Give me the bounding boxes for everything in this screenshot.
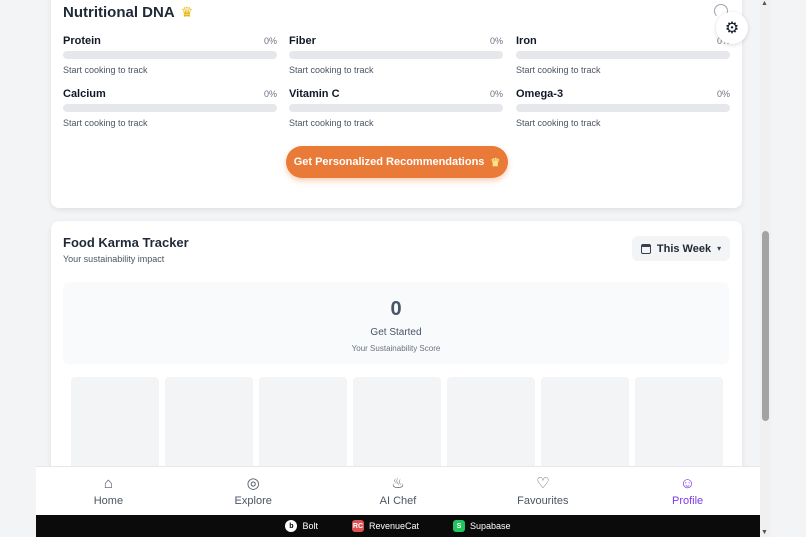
chef-hat-icon: ♨ (391, 474, 405, 492)
supabase-badge[interactable]: S Supabase (453, 520, 511, 532)
crown-icon: ♛ (490, 156, 501, 169)
day-bar (635, 377, 723, 469)
food-karma-title: Food Karma Tracker (63, 235, 189, 250)
supabase-logo: S (453, 520, 465, 532)
supabase-glyph: S (456, 522, 462, 530)
period-label: This Week (656, 242, 712, 255)
tab-favourites[interactable]: ♡ Favourites (470, 467, 615, 515)
score-label: Get Started (370, 327, 422, 338)
nutrient-progress-bar (63, 104, 277, 112)
nutrient-status: Start cooking to track (516, 118, 601, 128)
nutritional-dna-title: Nutritional DNA (63, 4, 175, 21)
nutrient-progress-bar (289, 104, 503, 112)
bottom-tab-bar: ⌂ Home ◎ Explore ♨ AI Chef ♡ Favourites … (36, 466, 760, 515)
bolt-logo: b (285, 520, 298, 532)
user-icon: ☺ (679, 474, 696, 492)
chevron-down-icon: ▾ (717, 244, 722, 253)
bolt-glyph: b (289, 522, 294, 530)
nutrient-protein: Protein 0% Start cooking to track (63, 35, 277, 75)
nutrient-name: Omega-3 (516, 88, 564, 100)
tab-ai-chef[interactable]: ♨ AI Chef (326, 467, 471, 515)
tab-label: Profile (671, 494, 704, 507)
sustainability-score: 0 (390, 298, 402, 320)
nutrient-percent: 0% (263, 36, 277, 46)
nutrient-status: Start cooking to track (289, 65, 374, 75)
score-subtitle: Your Sustainability Score (351, 344, 441, 353)
calendar-icon (640, 243, 651, 254)
settings-gear-icon[interactable]: ⚙ (716, 12, 748, 44)
nutrient-progress-bar (516, 51, 730, 59)
nutrient-progress-bar (63, 51, 277, 59)
tab-home[interactable]: ⌂ Home (36, 467, 181, 515)
tab-label: Explore (234, 494, 272, 507)
nutrient-name: Vitamin C (289, 88, 340, 100)
nutrient-status: Start cooking to track (63, 65, 148, 75)
nutrient-percent: 0% (263, 89, 277, 99)
nutrient-fiber: Fiber 0% Start cooking to track (289, 35, 503, 75)
revenuecat-logo: RC (351, 520, 364, 532)
sustainability-score-box: 0 Get Started Your Sustainability Score (63, 282, 729, 364)
nutrient-status: Start cooking to track (289, 118, 374, 128)
weekly-karma-bars (71, 377, 723, 469)
badge-label: Bolt (302, 521, 318, 531)
tab-explore[interactable]: ◎ Explore (181, 467, 326, 515)
home-icon: ⌂ (103, 474, 113, 492)
day-bar (259, 377, 347, 469)
scrollbar-thumb[interactable] (762, 231, 769, 421)
scroll-up-arrow-icon[interactable]: ▲ (761, 0, 768, 7)
nutrient-percent: 0% (489, 89, 503, 99)
bolt-badge[interactable]: b Bolt (285, 520, 318, 532)
nutrient-status: Start cooking to track (63, 118, 148, 128)
heart-icon: ♡ (536, 474, 550, 492)
revenuecat-glyph: RC (352, 522, 364, 530)
period-selector[interactable]: This Week ▾ (632, 236, 730, 261)
tab-label: Favourites (517, 494, 569, 507)
day-bar (165, 377, 253, 469)
crown-icon: ♛ (180, 4, 194, 20)
nutritional-dna-header: Nutritional DNA ♛ (63, 4, 193, 21)
nutrient-iron: Iron 0% Start cooking to track (516, 35, 730, 75)
nutrient-calcium: Calcium 0% Start cooking to track (63, 88, 277, 128)
personalized-recommendations-button[interactable]: Get Personalized Recommendations ♛ (286, 146, 508, 178)
page-scrollbar[interactable]: ▲ ▼ (760, 0, 771, 537)
nutrient-percent: 0% (489, 36, 503, 46)
nutrient-percent: 0% (716, 89, 730, 99)
built-with-badges: b Bolt RC RevenueCat S Supabase (36, 515, 760, 537)
nutrient-name: Protein (63, 35, 101, 47)
badge-label: RevenueCat (368, 521, 419, 531)
food-karma-subtitle: Your sustainability impact (63, 254, 165, 264)
scroll-down-arrow-icon[interactable]: ▼ (761, 529, 768, 536)
app-viewport: Nutritional DNA ♛ Protein 0% Start cooki… (36, 0, 760, 515)
nutrient-name: Fiber (289, 35, 316, 47)
day-bar (541, 377, 629, 469)
nutrient-vitamin-c: Vitamin C 0% Start cooking to track (289, 88, 503, 128)
nutrient-status: Start cooking to track (516, 65, 601, 75)
badge-label: Supabase (470, 521, 511, 531)
nutrient-progress-bar (516, 104, 730, 112)
nutrient-omega-3: Omega-3 0% Start cooking to track (516, 88, 730, 128)
tab-profile[interactable]: ☺ Profile (615, 467, 760, 515)
tab-label: Home (93, 494, 124, 507)
day-bar (447, 377, 535, 469)
day-bar (71, 377, 159, 469)
tab-label: AI Chef (379, 494, 417, 507)
compass-icon: ◎ (246, 474, 260, 492)
nutrient-progress-bar (289, 51, 503, 59)
nutritional-dna-card: Nutritional DNA ♛ Protein 0% Start cooki… (51, 0, 742, 208)
revenuecat-badge[interactable]: RC RevenueCat (351, 520, 419, 532)
day-bar (353, 377, 441, 469)
nutrient-name: Calcium (63, 88, 106, 100)
recommendations-label: Get Personalized Recommendations (293, 156, 485, 168)
food-karma-card: Food Karma Tracker Your sustainability i… (51, 221, 742, 501)
nutrient-name: Iron (516, 35, 537, 47)
